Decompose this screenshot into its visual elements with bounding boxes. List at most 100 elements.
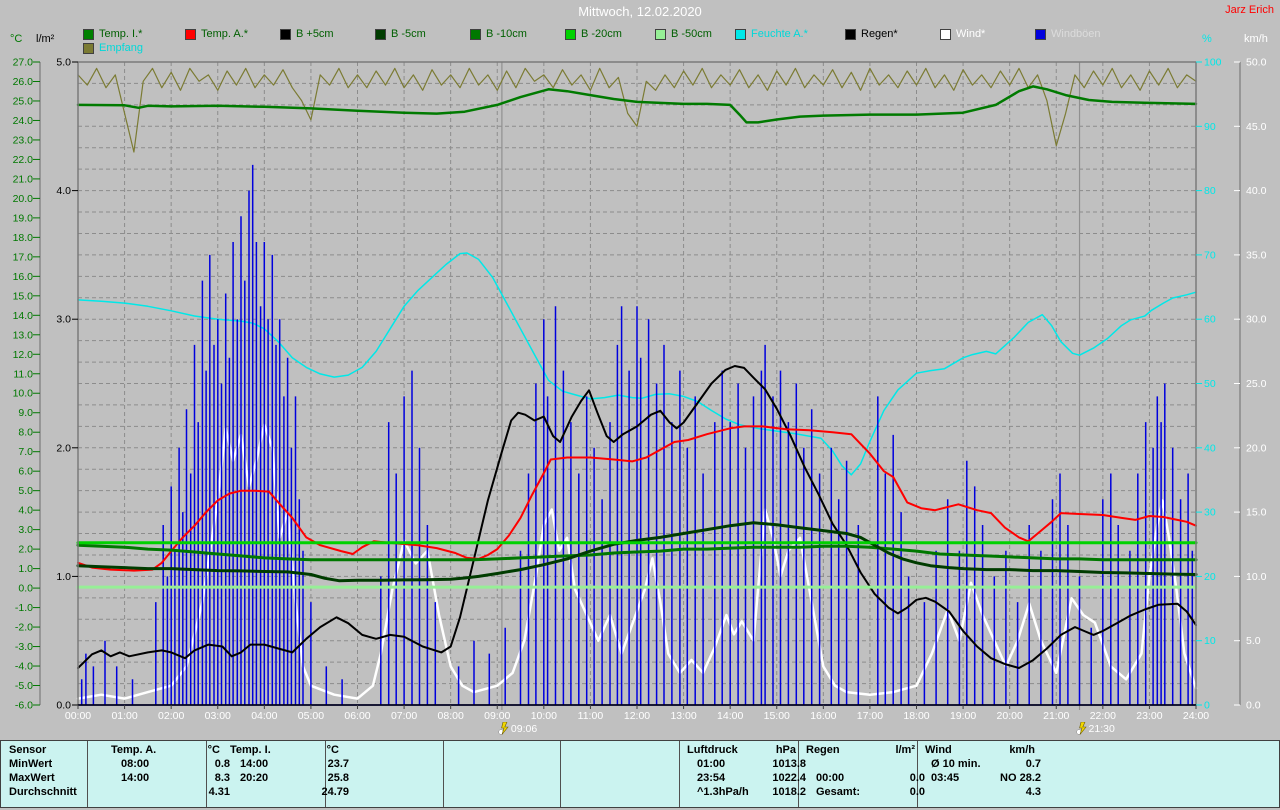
table-cell-key: Temp. I.: [230, 744, 271, 756]
table-row-label: Sensor: [9, 744, 46, 756]
temp-axis-label: 21.0: [13, 173, 34, 185]
rain-axis-label: 5.0: [56, 57, 71, 69]
temp-axis-label: 1.0: [18, 563, 33, 575]
time-label: 01:00: [102, 710, 148, 722]
temp-axis-label: 23.0: [13, 134, 34, 146]
wind-axis-label: 20.0: [1246, 442, 1267, 454]
time-label: 02:00: [148, 710, 194, 722]
time-label: 23:00: [1126, 710, 1172, 722]
rain-axis-label: 2.0: [56, 442, 71, 454]
time-label: 07:00: [381, 710, 427, 722]
temp-axis-label: 13.0: [13, 329, 34, 341]
table-cell: Windkm/h: [917, 744, 1043, 756]
temp-axis-label: 8.0: [18, 427, 33, 439]
temp-axis-label: 2.0: [18, 544, 33, 556]
temp-axis-label: 20.0: [13, 193, 34, 205]
table-cell-value: 24.79: [321, 786, 349, 798]
temp-axis-label: 15.0: [13, 290, 34, 302]
temp-axis-label: -2.0: [15, 622, 33, 634]
temp-axis-label: 16.0: [13, 271, 34, 283]
rain-axis-label: 3.0: [56, 314, 71, 326]
time-label: 06:00: [335, 710, 381, 722]
temp-axis-label: 18.0: [13, 232, 34, 244]
hum-axis-label: 50: [1204, 378, 1216, 390]
time-label: 13:00: [661, 710, 707, 722]
temp-axis-label: -4.0: [15, 661, 33, 673]
time-label: 17:00: [847, 710, 893, 722]
temp-axis-label: 3.0: [18, 524, 33, 536]
time-label: 10:00: [521, 710, 567, 722]
temp-axis-label: -1.0: [15, 602, 33, 614]
weather-chart: 27.026.025.024.023.022.021.020.019.018.0…: [0, 0, 1280, 740]
table-cell-key: 01:00: [697, 758, 725, 770]
time-label: 09:00: [474, 710, 520, 722]
time-label: 04:00: [241, 710, 287, 722]
temp-axis-label: 5.0: [18, 485, 33, 497]
temp-axis-label: 7.0: [18, 446, 33, 458]
time-label: 16:00: [800, 710, 846, 722]
temp-axis-label: 24.0: [13, 115, 34, 127]
time-label: 21:00: [1033, 710, 1079, 722]
wind-axis-label: 0.0: [1246, 700, 1261, 712]
table-cell-key: Regen: [806, 744, 840, 756]
temp-axis-label: 4.0: [18, 505, 33, 517]
table-cell: 03:45NO 28.2: [917, 772, 1049, 784]
table-cell-value: °C: [327, 744, 339, 756]
weather-station-screen: Mittwoch, 12.02.2020 Jarz Erich °C l/m² …: [0, 0, 1280, 810]
hum-axis-label: 80: [1204, 185, 1216, 197]
wind-axis-label: 25.0: [1246, 378, 1267, 390]
table-row-label: MinWert: [9, 758, 52, 770]
rain-axis-label: 1.0: [56, 571, 71, 583]
hum-axis-label: 70: [1204, 249, 1216, 261]
temp-axis-label: 14.0: [13, 310, 34, 322]
summary-table: SensorMinWertMaxWertDurchschnittTemp. A.…: [0, 740, 1280, 808]
time-label: 05:00: [288, 710, 334, 722]
table-cell-key: Gesamt:: [816, 786, 860, 798]
sun-event-marker: 21:30: [1076, 722, 1115, 735]
table-cell-key: 08:00: [121, 758, 149, 770]
table-cell: 23:541022.4: [679, 772, 814, 784]
temp-axis-label: 25.0: [13, 95, 34, 107]
sun-event-icon: [1076, 722, 1087, 735]
temp-axis-label: -5.0: [15, 680, 33, 692]
table-cell-value: 23.7: [328, 758, 349, 770]
table-column-separator: [443, 741, 444, 807]
time-label: 19:00: [940, 710, 986, 722]
table-cell-key: 23:54: [697, 772, 725, 784]
table-cell-key: 14:00: [121, 772, 149, 784]
table-cell-key: ^1.3hPa/h: [697, 786, 749, 798]
sun-event-time: 21:30: [1089, 723, 1115, 735]
table-row-label: MaxWert: [9, 772, 55, 784]
table-column-separator: [560, 741, 561, 807]
table-cell-key: 00:00: [816, 772, 844, 784]
time-label: 14:00: [707, 710, 753, 722]
wind-axis-label: 10.0: [1246, 571, 1267, 583]
time-label: 20:00: [987, 710, 1033, 722]
table-cell: Regenl/m²: [798, 744, 923, 756]
table-cell-key: 14:00: [240, 758, 268, 770]
temp-axis-label: 10.0: [13, 388, 34, 400]
temp-axis-label: 19.0: [13, 212, 34, 224]
wind-axis-label: 35.0: [1246, 249, 1267, 261]
hum-axis-label: 40: [1204, 442, 1216, 454]
hum-axis-label: 20: [1204, 571, 1216, 583]
time-label: 24:00: [1173, 710, 1219, 722]
temp-axis-label: 12.0: [13, 349, 34, 361]
table-cell-value: 0.7: [1026, 758, 1041, 770]
table-cell-key: Ø 10 min.: [931, 758, 981, 770]
time-label: 12:00: [614, 710, 660, 722]
time-label: 11:00: [567, 710, 613, 722]
hum-axis-label: 100: [1204, 57, 1222, 69]
time-label: 15:00: [754, 710, 800, 722]
time-label: 00:00: [55, 710, 101, 722]
table-cell-value: 4.3: [1026, 786, 1041, 798]
table-cell-value: 1013.8: [772, 758, 806, 770]
wind-axis-label: 45.0: [1246, 121, 1267, 133]
rain-axis-label: 4.0: [56, 185, 71, 197]
time-label: 08:00: [428, 710, 474, 722]
hum-axis-label: 60: [1204, 314, 1216, 326]
sun-event-marker: 09:06: [498, 722, 537, 735]
temp-axis-label: 26.0: [13, 76, 34, 88]
time-label: 03:00: [195, 710, 241, 722]
wind-axis-label: 15.0: [1246, 507, 1267, 519]
